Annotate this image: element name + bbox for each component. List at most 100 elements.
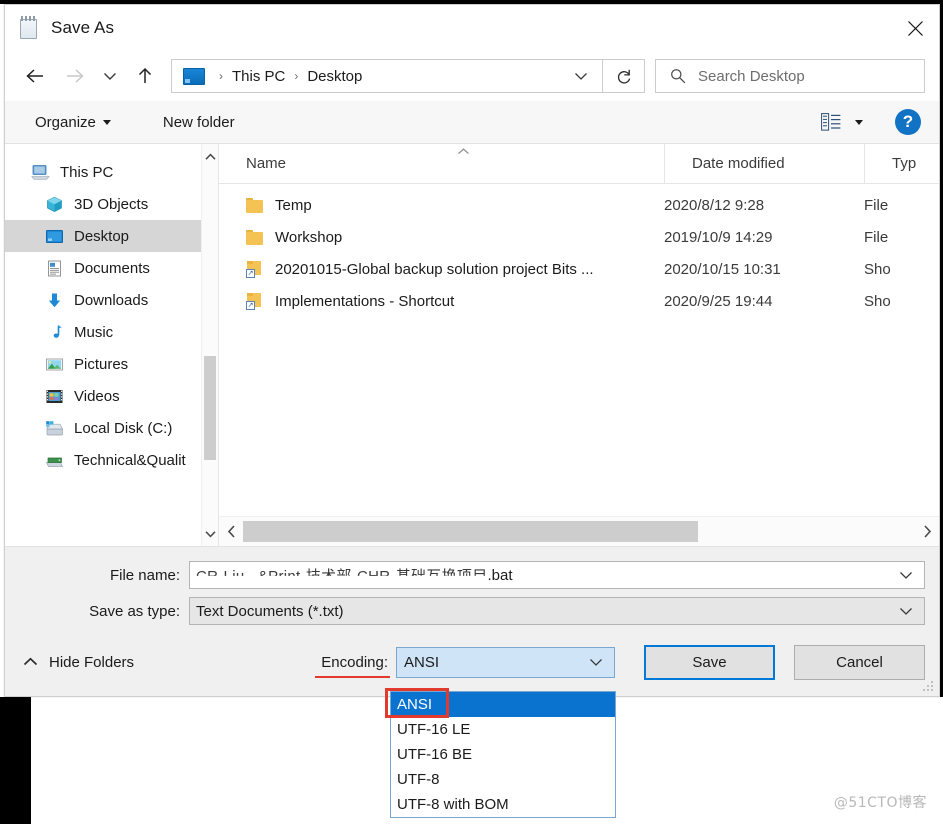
- shortcut-icon: ↗: [246, 292, 263, 310]
- file-name-extension: .bat: [487, 566, 513, 584]
- sidebar-item-technical-quality[interactable]: Technical&Qualit: [5, 444, 218, 476]
- encoding-option-label: UTF-8: [397, 771, 440, 788]
- cancel-button[interactable]: Cancel: [794, 645, 925, 680]
- column-header-name-label: Name: [246, 155, 287, 172]
- sidebar-scroll-thumb[interactable]: [204, 356, 216, 460]
- table-row[interactable]: ↗ 20201015-Global backup solution projec…: [219, 253, 939, 285]
- view-options-button[interactable]: [849, 116, 873, 129]
- sidebar-item-label: Videos: [74, 387, 120, 405]
- chevron-up-icon: [204, 153, 216, 160]
- file-list-horizontal-scrollbar[interactable]: [219, 516, 939, 546]
- encoding-dropdown-button[interactable]: [578, 658, 614, 667]
- pictures-icon: [45, 356, 64, 373]
- table-row[interactable]: Workshop 2019/10/9 14:29 File: [219, 221, 939, 253]
- file-date-cell: 2020/10/15 10:31: [664, 260, 781, 278]
- chevron-down-icon: [575, 72, 587, 80]
- sidebar-item-this-pc[interactable]: This PC: [5, 156, 218, 188]
- sidebar-scroll-up-button[interactable]: [202, 148, 218, 165]
- sidebar-item-label: Local Disk (C:): [74, 419, 173, 437]
- recent-locations-button[interactable]: [95, 58, 125, 94]
- sidebar-item-documents[interactable]: Documents: [5, 252, 218, 284]
- folder-icon: [246, 229, 263, 245]
- forward-button[interactable]: [55, 58, 95, 94]
- sidebar-item-label: Documents: [74, 259, 150, 277]
- column-header-type-label: Typ: [892, 155, 917, 172]
- close-button[interactable]: [891, 5, 939, 51]
- 3d-objects-icon: [45, 196, 64, 213]
- sidebar-item-3d-objects[interactable]: 3D Objects: [5, 188, 218, 220]
- help-button[interactable]: ?: [895, 109, 921, 135]
- encoding-select[interactable]: ANSI: [396, 647, 615, 678]
- table-row[interactable]: Temp 2020/8/12 9:28 File: [219, 189, 939, 221]
- music-icon: [45, 324, 64, 341]
- hscroll-left-button[interactable]: [219, 517, 243, 546]
- column-headers: Name Date modified Typ: [219, 144, 939, 184]
- sort-ascending-icon: [457, 146, 470, 158]
- column-header-name[interactable]: Name: [219, 144, 664, 183]
- encoding-annotation-underline: [315, 676, 390, 678]
- chevron-up-icon: [23, 654, 38, 671]
- encoding-option-utf-16-be[interactable]: UTF-16 BE: [391, 742, 615, 767]
- save-button-label: Save: [692, 654, 727, 671]
- file-name-value: CR-Liu...&Print-技术部-CHR-基础互换项目.bat: [196, 565, 513, 586]
- new-folder-button[interactable]: New folder: [155, 110, 243, 135]
- breadcrumb-item-this-pc[interactable]: This PC: [229, 68, 288, 85]
- file-name-input[interactable]: CR-Liu...&Print-技术部-CHR-基础互换项目.bat: [189, 561, 925, 589]
- save-as-type-label: Save as type:: [89, 602, 180, 620]
- search-input[interactable]: Search Desktop: [698, 68, 805, 85]
- table-row[interactable]: ↗ Implementations - Shortcut 2020/9/25 1…: [219, 285, 939, 317]
- column-header-date-modified[interactable]: Date modified: [664, 144, 864, 183]
- sidebar-item-music[interactable]: Music: [5, 316, 218, 348]
- cancel-button-label: Cancel: [836, 654, 883, 671]
- resize-grip[interactable]: [923, 681, 935, 693]
- save-as-type-select[interactable]: Text Documents (*.txt): [189, 597, 925, 625]
- file-name-row: File name: CR-Liu...&Print-技术部-CHR-基础互换项…: [5, 561, 939, 589]
- encoding-option-utf-8-with-bom[interactable]: UTF-8 with BOM: [391, 792, 615, 817]
- breadcrumb-item-desktop[interactable]: Desktop: [304, 68, 365, 85]
- sidebar-scrollbar[interactable]: [201, 144, 218, 546]
- encoding-option-label: UTF-8 with BOM: [397, 796, 509, 813]
- save-as-type-value: Text Documents (*.txt): [196, 602, 344, 620]
- close-icon: [907, 20, 923, 36]
- screenshot-root: Save As › This PC › Desktop Search Deskt…: [0, 0, 943, 824]
- search-box[interactable]: Search Desktop: [655, 59, 925, 93]
- encoding-group: Encoding: ANSI: [315, 647, 615, 678]
- chevron-down-icon: [900, 571, 912, 579]
- refresh-button[interactable]: [603, 59, 645, 93]
- sidebar-item-local-disk-c[interactable]: Local Disk (C:): [5, 412, 218, 444]
- sidebar-item-pictures[interactable]: Pictures: [5, 348, 218, 380]
- toolbar-right-group: ?: [813, 109, 927, 135]
- cancel-button-wrap: Cancel: [794, 645, 925, 680]
- file-type-cell: Sho: [864, 260, 891, 278]
- sidebar-scroll-down-button[interactable]: [202, 525, 218, 542]
- search-icon: [670, 68, 686, 84]
- back-button[interactable]: [15, 58, 55, 94]
- desktop-icon: [45, 228, 64, 245]
- address-dropdown-button[interactable]: [560, 72, 602, 81]
- save-as-type-dropdown-button[interactable]: [888, 607, 924, 616]
- sidebar-item-downloads[interactable]: Downloads: [5, 284, 218, 316]
- file-name-dropdown-button[interactable]: [888, 571, 924, 580]
- hide-folders-button[interactable]: Hide Folders: [23, 654, 134, 671]
- sidebar-item-desktop[interactable]: Desktop: [5, 220, 218, 252]
- column-header-type[interactable]: Typ: [864, 144, 939, 183]
- encoding-option-utf-8[interactable]: UTF-8: [391, 767, 615, 792]
- organize-button[interactable]: Organize: [27, 110, 119, 135]
- up-button[interactable]: [125, 58, 165, 94]
- hscroll-right-button[interactable]: [915, 517, 939, 546]
- chevron-left-icon: [227, 525, 235, 538]
- file-name-label: Implementations - Shortcut: [275, 292, 455, 310]
- save-button[interactable]: Save: [644, 645, 775, 680]
- encoding-option-utf-16-le[interactable]: UTF-16 LE: [391, 717, 615, 742]
- file-name-label: File name:: [109, 566, 180, 584]
- file-rows: Temp 2020/8/12 9:28 File Workshop 2019/1…: [219, 184, 939, 516]
- change-view-button[interactable]: [813, 109, 849, 135]
- encoding-dropdown-list[interactable]: ANSI UTF-16 LE UTF-16 BE UTF-8 UTF-8 wit…: [390, 691, 616, 818]
- hscroll-thumb[interactable]: [243, 521, 698, 542]
- browser-area: This PC 3D Objects Desktop Documents Dow…: [5, 144, 939, 547]
- sidebar-item-label: Technical&Qualit: [74, 451, 186, 469]
- sidebar-item-videos[interactable]: Videos: [5, 380, 218, 412]
- hscroll-track[interactable]: [243, 521, 915, 542]
- encoding-option-ansi[interactable]: ANSI: [391, 692, 615, 717]
- address-bar[interactable]: › This PC › Desktop: [171, 59, 603, 93]
